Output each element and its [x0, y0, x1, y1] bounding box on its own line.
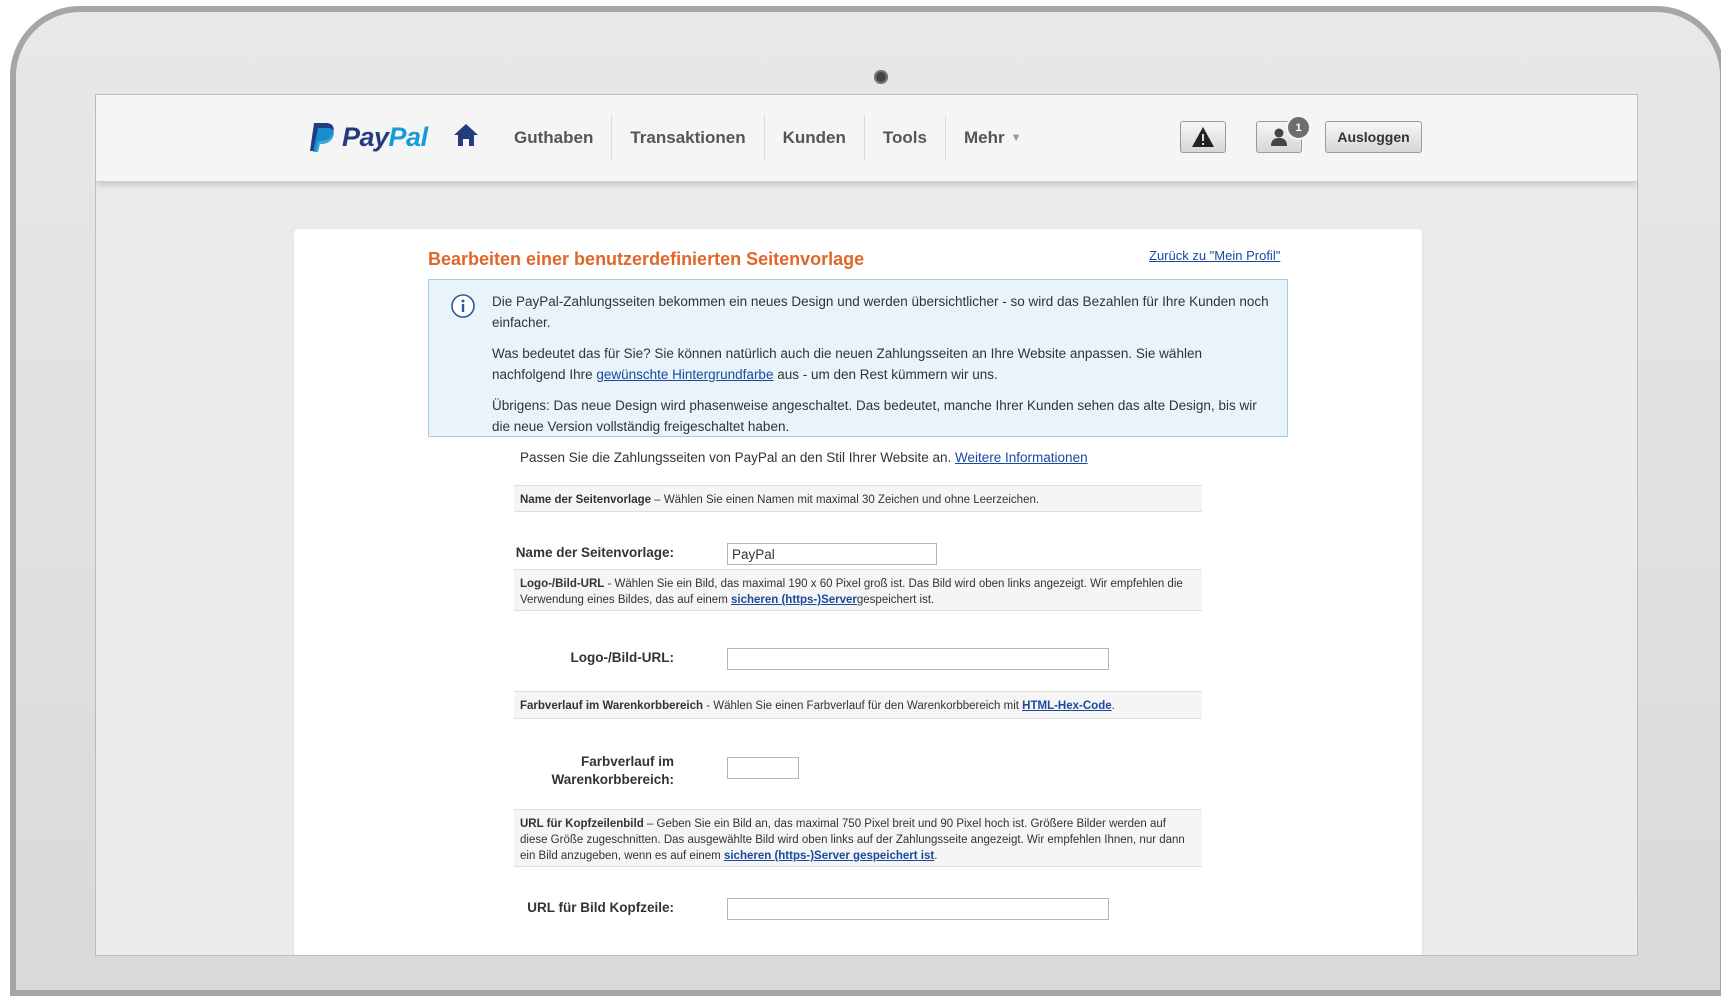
notification-badge: 1: [1286, 115, 1311, 140]
alerts-button[interactable]: [1180, 121, 1226, 153]
info-text: Die PayPal-Zahlungsseiten bekommen ein n…: [492, 291, 1277, 447]
top-navigation-bar: PayPal Guthaben Transaktionen Kunden Too…: [96, 95, 1637, 182]
info-p2-end: aus - um den Rest kümmern wir uns.: [773, 367, 998, 382]
content-card: Bearbeiten einer benutzerdefinierten Sei…: [294, 229, 1422, 955]
section-logo-desc-end: gespeichert ist.: [856, 594, 935, 606]
paypal-logo[interactable]: PayPal: [308, 121, 428, 153]
logout-button[interactable]: Ausloggen: [1325, 121, 1422, 153]
nav-guthaben-label: Guthaben: [514, 128, 594, 147]
header-image-url-label: URL für Bild Kopfzeile:: [527, 900, 674, 915]
main-nav: Guthaben Transaktionen Kunden Tools Mehr…: [496, 115, 1039, 161]
info-paragraph-3: Übrigens: Das neue Design wird phasenwei…: [492, 398, 1257, 434]
section-logo-url: Logo-/Bild-URL - Wählen Sie ein Bild, da…: [514, 569, 1202, 611]
nav-mehr[interactable]: Mehr ▼: [944, 115, 1040, 161]
logo-url-label: Logo-/Bild-URL:: [570, 650, 674, 665]
section-gradient-desc-end: .: [1111, 700, 1115, 712]
cart-gradient-label-line1: Farbverlauf im: [580, 754, 674, 769]
nav-guthaben[interactable]: Guthaben: [496, 115, 611, 161]
back-to-profile-link[interactable]: Zurück zu "Mein Profil": [1149, 248, 1280, 263]
intro-sentence: Passen Sie die Zahlungsseiten von PayPal…: [520, 450, 956, 465]
cart-gradient-label-line2: Warenkorbbereich:: [551, 772, 674, 787]
section-cart-gradient: Farbverlauf im Warenkorbbereich - Wählen…: [514, 691, 1202, 719]
camera: [874, 70, 888, 84]
template-name-label: Name der Seitenvorlage:: [515, 545, 674, 560]
section-name-desc: – Wählen Sie einen Namen mit maximal 30 …: [651, 494, 1040, 506]
section-gradient-desc: - Wählen Sie einen Farbverlauf für den W…: [703, 700, 1023, 712]
nav-mehr-label: Mehr: [963, 128, 1005, 147]
browser-screen: PayPal Guthaben Transaktionen Kunden Too…: [95, 94, 1638, 956]
header-image-url-input[interactable]: [727, 898, 1109, 920]
section-gradient-heading: Farbverlauf im Warenkorbbereich: [520, 700, 703, 712]
wordmark-pay: Pay: [342, 121, 389, 152]
section-logo-heading: Logo-/Bild-URL: [520, 578, 605, 590]
html-hex-code-link[interactable]: HTML-Hex-Code: [1022, 700, 1111, 712]
paypal-p-icon: [310, 123, 334, 152]
info-paragraph-2: Was bedeutet das für Sie? Sie können nat…: [492, 343, 1277, 385]
nav-kunden-label: Kunden: [782, 128, 846, 147]
secure-server-link-logo[interactable]: sicheren (https-)Server: [731, 594, 857, 606]
wordmark-pal: Pal: [388, 121, 429, 152]
more-info-link[interactable]: Weitere Informationen: [955, 450, 1088, 465]
nav-transaktionen-label: Transaktionen: [630, 128, 746, 147]
cart-gradient-label: Farbverlauf im Warenkorbbereich:: [494, 753, 674, 789]
background-color-link[interactable]: gewünschte Hintergrundfarbe: [596, 367, 773, 382]
nav-kunden[interactable]: Kunden: [763, 115, 864, 161]
section-header-desc-end: .: [934, 850, 938, 862]
section-header-heading: URL für Kopfzeilenbild: [520, 818, 644, 830]
section-template-name: Name der Seitenvorlage – Wählen Sie eine…: [514, 485, 1202, 512]
secure-server-link-header[interactable]: sicheren (https-)Server gespeichert ist: [724, 850, 934, 862]
home-icon[interactable]: [452, 121, 480, 149]
info-icon: [451, 294, 475, 318]
paypal-wordmark: PayPal: [342, 122, 428, 153]
cart-gradient-input[interactable]: [727, 757, 799, 779]
chevron-down-icon: ▼: [1010, 132, 1022, 144]
info-paragraph-1: Die PayPal-Zahlungsseiten bekommen ein n…: [492, 294, 1269, 330]
nav-tools-label: Tools: [882, 128, 927, 147]
nav-transaktionen[interactable]: Transaktionen: [611, 115, 763, 161]
section-header-image-url: URL für Kopfzeilenbild – Geben Sie ein B…: [514, 809, 1202, 867]
intro-text: Passen Sie die Zahlungsseiten von PayPal…: [520, 450, 1088, 465]
nav-tools[interactable]: Tools: [863, 115, 945, 161]
section-name-heading: Name der Seitenvorlage: [520, 494, 652, 506]
logo-url-input[interactable]: [727, 648, 1109, 670]
info-box: Die PayPal-Zahlungsseiten bekommen ein n…: [428, 279, 1288, 437]
warning-icon: [1192, 127, 1214, 147]
template-name-input[interactable]: [727, 543, 937, 565]
page-title: Bearbeiten einer benutzerdefinierten Sei…: [428, 249, 865, 269]
